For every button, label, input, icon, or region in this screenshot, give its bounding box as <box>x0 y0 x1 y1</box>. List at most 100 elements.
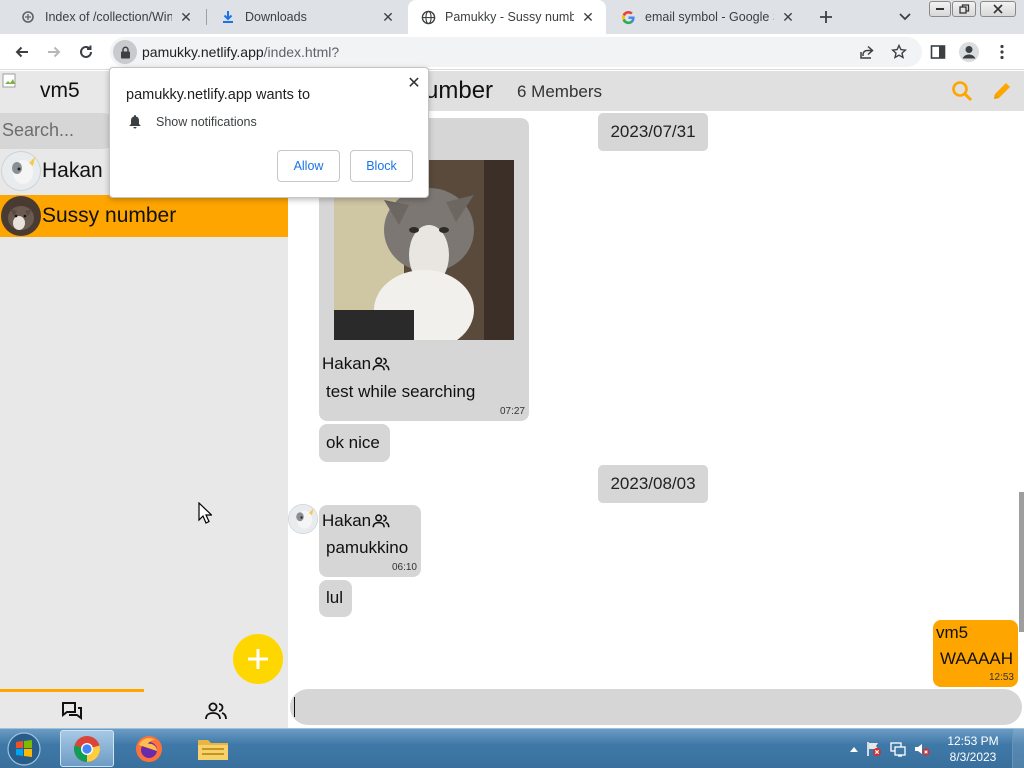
avatar <box>1 151 41 191</box>
message-time: 06:10 <box>391 562 417 573</box>
windows-logo-icon <box>7 732 41 766</box>
url-text[interactable]: pamukky.netlify.app/index.html? <box>142 44 339 60</box>
message-bubble[interactable]: lul <box>319 580 352 617</box>
close-icon[interactable]: ✕ <box>405 74 423 92</box>
volume-muted-icon[interactable] <box>914 741 930 757</box>
tab-search-button[interactable] <box>893 5 917 29</box>
notification-permission-popup: pamukky.netlify.app wants to ✕ Show noti… <box>109 67 429 198</box>
text-caret <box>294 697 295 717</box>
download-icon <box>220 9 236 25</box>
restore-icon <box>958 4 969 14</box>
network-icon[interactable] <box>890 741 906 757</box>
reload-button[interactable] <box>74 40 98 64</box>
more-vert-icon <box>1000 44 1004 60</box>
side-panel-icon <box>930 45 946 59</box>
tab-indicator <box>0 689 144 692</box>
message-text: ok nice <box>326 433 380 452</box>
scrollbar[interactable] <box>1019 492 1024 632</box>
side-panel-button[interactable] <box>926 40 950 64</box>
show-desktop-button[interactable] <box>1012 729 1024 768</box>
close-icon <box>993 4 1003 14</box>
message-bubble-own[interactable]: vm5 WAAAAH 12:53 <box>933 620 1018 687</box>
browser-tab-pamukky[interactable]: Pamukky - Sussy number ✕ <box>408 0 606 34</box>
browser-tab-google[interactable]: email symbol - Google Se ✕ <box>608 0 806 34</box>
search-box[interactable] <box>0 113 120 149</box>
start-button[interactable] <box>4 731 44 767</box>
clock-date[interactable]: 8/3/2023 <box>942 750 1004 764</box>
message-text: WAAAAH <box>940 649 1014 668</box>
address-bar[interactable]: pamukky.netlify.app/index.html? <box>110 37 922 67</box>
tab-title: Downloads <box>245 10 307 24</box>
permission-label: Show notifications <box>156 114 257 129</box>
permission-row: Show notifications <box>128 114 257 129</box>
search-icon[interactable] <box>951 80 973 107</box>
chat-title: umber <box>425 77 494 104</box>
chat-bubbles-icon <box>62 701 82 720</box>
close-icon[interactable]: ✕ <box>380 9 396 25</box>
block-button[interactable]: Block <box>350 150 413 182</box>
message-time: 07:27 <box>499 406 525 417</box>
browser-tab-downloads[interactable]: Downloads ✕ <box>208 0 406 34</box>
message-input[interactable] <box>290 689 1022 725</box>
message-bubble[interactable]: Hakan pamukkino 06:10 <box>319 505 421 577</box>
bookmark-button[interactable] <box>887 40 911 64</box>
action-center-icon[interactable] <box>866 741 882 757</box>
url-host: pamukky.netlify.app <box>142 44 264 60</box>
taskbar-chrome[interactable] <box>60 730 114 767</box>
tab-title: email symbol - Google Se <box>645 10 774 24</box>
back-button[interactable] <box>10 40 34 64</box>
share-button[interactable] <box>855 40 879 64</box>
contact-item-sussy-number[interactable]: Sussy number <box>0 195 288 237</box>
url-path: /index.html? <box>263 44 340 60</box>
message-bubble[interactable]: ok nice <box>319 424 390 462</box>
allow-button[interactable]: Allow <box>277 150 340 182</box>
member-count[interactable]: 6 Members <box>517 82 602 102</box>
clock-time[interactable]: 12:53 PM <box>942 734 1004 748</box>
message-sender: vm5 <box>936 623 969 642</box>
taskbar-firefox[interactable] <box>122 730 176 767</box>
tab-contacts[interactable] <box>144 693 288 728</box>
close-icon[interactable]: ✕ <box>580 9 596 25</box>
browser-toolbar: pamukky.netlify.app/index.html? <box>0 34 1024 70</box>
close-window-button[interactable] <box>980 1 1016 17</box>
people-icon <box>205 702 227 719</box>
browser-tab-strip: Index of /collection/Wind ✕ Downloads ✕ … <box>0 0 1024 34</box>
lock-icon <box>120 46 130 58</box>
new-tab-button[interactable] <box>814 5 838 29</box>
arrow-left-icon <box>15 46 28 58</box>
bell-icon <box>129 115 141 129</box>
mouse-cursor-icon <box>198 501 213 529</box>
bottom-tabs <box>0 693 288 728</box>
close-icon[interactable]: ✕ <box>178 9 194 25</box>
date-separator: 2023/08/03 <box>598 465 708 503</box>
chevron-up-icon <box>850 747 858 752</box>
close-icon[interactable]: ✕ <box>780 9 796 25</box>
taskbar-explorer[interactable] <box>186 730 240 767</box>
firefox-icon <box>136 735 162 762</box>
message-sender: Hakan <box>322 354 391 374</box>
plus-icon <box>820 11 832 23</box>
menu-button[interactable] <box>990 40 1014 64</box>
popup-title: pamukky.netlify.app wants to <box>126 87 311 103</box>
message-time: 12:53 <box>988 672 1014 683</box>
site-info-button[interactable] <box>113 40 137 64</box>
new-chat-button[interactable] <box>233 634 283 684</box>
contact-name: Hakan <box>42 159 103 182</box>
minimize-button[interactable] <box>929 1 951 17</box>
restore-button[interactable] <box>952 1 976 17</box>
folder-icon <box>198 739 228 760</box>
search-input[interactable] <box>2 120 112 141</box>
tray-expand-button[interactable] <box>846 741 862 757</box>
star-icon <box>891 44 907 59</box>
google-icon <box>620 9 636 25</box>
profile-button[interactable] <box>957 40 981 64</box>
pencil-icon[interactable] <box>991 80 1013 107</box>
broken-image-icon <box>2 73 20 91</box>
tab-chats[interactable] <box>0 693 144 728</box>
forward-button[interactable] <box>42 40 66 64</box>
contact-name: Sussy number <box>42 204 177 227</box>
avatar[interactable] <box>288 504 318 534</box>
plus-icon <box>248 649 268 669</box>
browser-tab-index[interactable]: Index of /collection/Wind ✕ <box>8 0 204 34</box>
group-member-icon <box>372 357 390 371</box>
